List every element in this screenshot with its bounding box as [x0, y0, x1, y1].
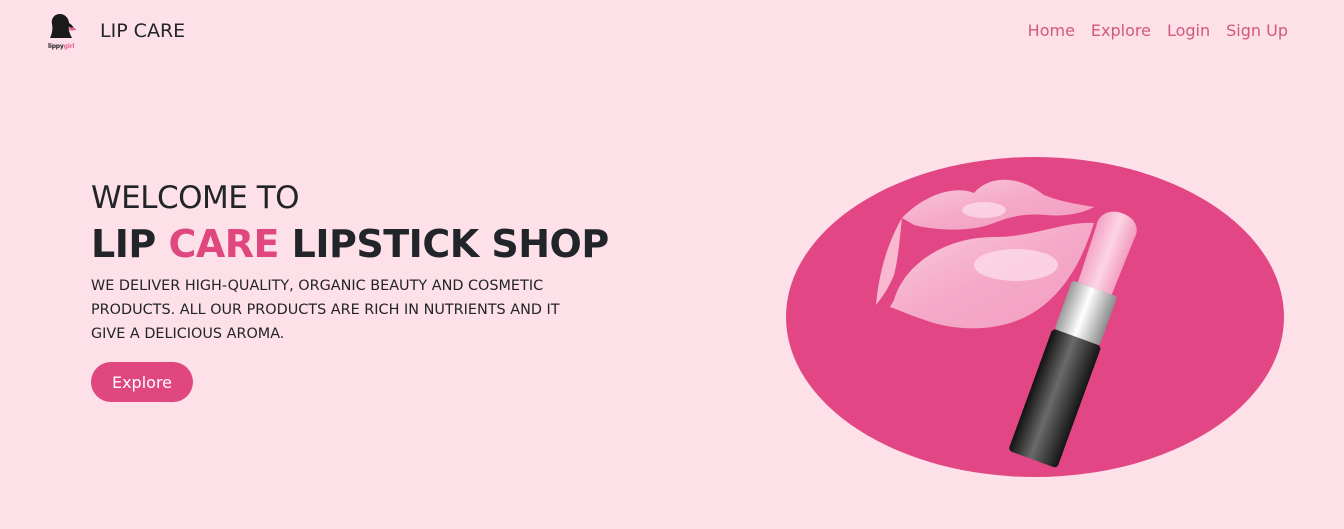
- brand-logo-text-line1: lippy: [48, 43, 64, 50]
- hero-title: LIP CARE LIPSTICK SHOP: [91, 222, 609, 266]
- hero-title-accent: CARE: [168, 222, 279, 266]
- nav-link-home[interactable]: Home: [1028, 21, 1075, 40]
- nav-link-explore[interactable]: Explore: [1091, 21, 1151, 40]
- hero-welcome: WELCOME TO: [91, 180, 300, 216]
- hero-illustration: [784, 155, 1286, 480]
- hero-title-part1: LIP: [91, 222, 169, 266]
- explore-button[interactable]: Explore: [91, 362, 193, 402]
- hero-description: WE DELIVER HIGH-QUALITY, ORGANIC BEAUTY …: [91, 278, 560, 342]
- lips-and-lipstick-icon: [786, 157, 1284, 477]
- brand-name: LIP CARE: [100, 20, 186, 42]
- hero-text: WELCOME TO LIP CARE LIPSTICK SHOP WE DEL…: [91, 180, 609, 402]
- brand-logo-text: lippygirl: [48, 43, 74, 50]
- nav-links: Home Explore Login Sign Up: [1028, 21, 1288, 40]
- woman-silhouette-icon: [50, 14, 76, 38]
- brand-logo: lippygirl: [46, 12, 80, 50]
- brand-logo-text-line2: girl: [63, 43, 75, 50]
- hero-title-part2: LIPSTICK SHOP: [278, 222, 610, 266]
- nav-link-signup[interactable]: Sign Up: [1226, 21, 1288, 40]
- nav-link-login[interactable]: Login: [1167, 21, 1210, 40]
- navbar: lippygirl LIP CARE Home Explore Login Si…: [0, 0, 1344, 64]
- brand-link[interactable]: lippygirl LIP CARE: [46, 12, 185, 50]
